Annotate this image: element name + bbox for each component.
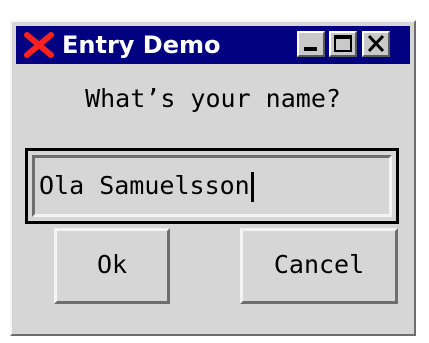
maximize-icon: [334, 35, 352, 52]
minimize-icon: [304, 47, 317, 51]
app-x-icon[interactable]: [24, 32, 54, 58]
name-prompt-label: What’s your name?: [85, 84, 341, 113]
name-entry-field[interactable]: Ola Samuelsson: [32, 155, 392, 217]
window-title: Entry Demo: [62, 31, 221, 59]
close-button[interactable]: [362, 31, 390, 57]
close-icon: [367, 34, 385, 53]
title-bar[interactable]: Entry Demo: [16, 26, 410, 64]
entry-text-wrap: Ola Samuelsson: [39, 158, 254, 214]
entry-value: Ola Samuelsson: [39, 171, 250, 200]
minimize-button[interactable]: [297, 31, 325, 57]
entry-focus-ring: Ola Samuelsson: [25, 148, 399, 224]
ok-button[interactable]: Ok: [54, 228, 170, 304]
entry-demo-window: Entry Demo What’s your name? Ola Samuels…: [10, 20, 416, 336]
text-caret: [250, 172, 254, 202]
cancel-button[interactable]: Cancel: [240, 228, 398, 304]
maximize-button[interactable]: [329, 31, 357, 57]
